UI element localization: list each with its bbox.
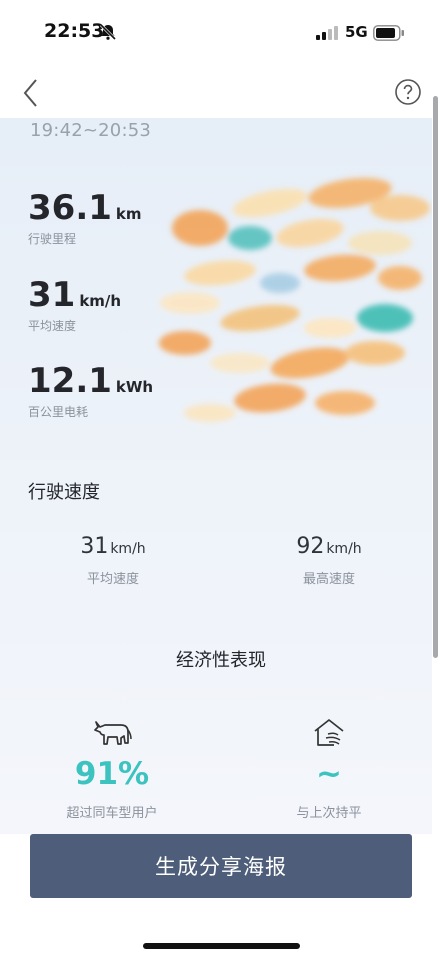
economy-comparison: ~ 与上次持平	[239, 716, 419, 821]
speed-unit: km/h	[326, 541, 362, 557]
section-title-speed: 行驶速度	[28, 482, 100, 503]
back-arrow-icon[interactable]	[18, 76, 44, 110]
nav-bar	[0, 64, 442, 120]
stat-unit: kWh	[115, 378, 154, 396]
stat-label: 平均速度	[28, 319, 77, 333]
network-label: 5G	[345, 23, 368, 41]
economy-value: ~	[316, 756, 342, 792]
stat-value: 31	[28, 275, 76, 315]
speed-unit: km/h	[110, 541, 146, 557]
generate-poster-button[interactable]: 生成分享海报	[30, 834, 412, 898]
stat-unit: km/h	[79, 292, 122, 310]
stat-value: 36.1	[28, 188, 112, 228]
status-bar: 22:53 5G	[0, 0, 442, 64]
signal-icon	[316, 26, 338, 40]
section-title-economy: 经济性表现	[176, 650, 266, 671]
speed-average: 31 km/h 平均速度	[43, 534, 183, 587]
status-time: 22:53	[44, 20, 105, 42]
speed-value: 31	[80, 534, 109, 559]
trip-report: 19:42~20:53 36.1 km 行驶里程 31 km/h 平均速度 12.1…	[0, 118, 432, 834]
economy-ranking: 91% 超过同车型用户	[22, 716, 202, 821]
speed-label: 最高速度	[302, 572, 355, 587]
home-indicator[interactable]	[143, 943, 300, 949]
economy-label: 与上次持平	[296, 806, 362, 821]
stat-distance: 36.1 km 行驶里程	[28, 188, 142, 247]
bull-icon	[94, 721, 132, 745]
battery-icon	[373, 25, 404, 41]
stat-label: 百公里电耗	[28, 405, 89, 419]
scrollbar[interactable]	[433, 96, 438, 658]
speed-value: 92	[296, 534, 325, 559]
stat-value: 12.1	[28, 361, 112, 401]
trip-time-range: 19:42~20:53	[30, 120, 152, 141]
brushstroke-artwork	[159, 177, 430, 422]
stat-unit: km	[115, 205, 142, 223]
economy-value: 91%	[74, 756, 150, 792]
speed-label: 平均速度	[86, 572, 139, 587]
stat-energy-consumption: 12.1 kWh 百公里电耗	[28, 361, 153, 420]
economy-label: 超过同车型用户	[66, 806, 158, 821]
stat-label: 行驶里程	[28, 232, 77, 246]
stat-average-speed: 31 km/h 平均速度	[28, 275, 121, 334]
help-icon[interactable]	[394, 78, 422, 106]
bell-muted-icon	[99, 23, 117, 41]
house-wind-icon	[314, 719, 344, 746]
speed-max: 92 km/h 最高速度	[259, 534, 399, 587]
